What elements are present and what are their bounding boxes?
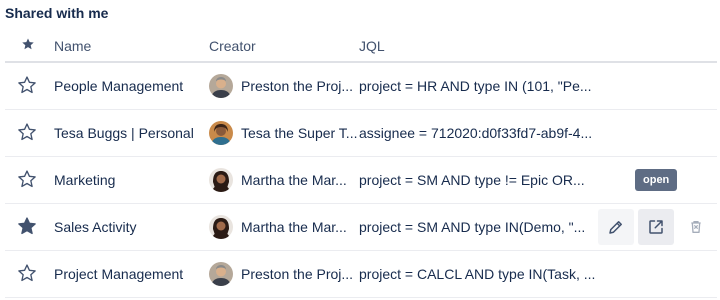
column-header-jql[interactable]: JQL — [359, 38, 385, 54]
column-header-name[interactable]: Name — [54, 38, 91, 54]
column-header-creator[interactable]: Creator — [209, 38, 256, 54]
star-outline-icon[interactable] — [17, 122, 37, 142]
jql-text: project = CALCL AND type IN(Task, ... — [359, 266, 596, 282]
filter-name-link[interactable]: Project Management — [54, 266, 183, 282]
pencil-icon — [609, 221, 622, 234]
jql-text: project = SM AND type != Epic OR... — [359, 172, 585, 188]
creator-cell: Preston the Proj... — [209, 74, 353, 98]
table-row: People Management Preston the Proj... pr… — [5, 63, 717, 110]
creator-name: Preston the Proj... — [241, 266, 354, 282]
star-column-icon[interactable] — [21, 37, 35, 51]
edit-button[interactable] — [598, 209, 634, 245]
avatar — [209, 262, 233, 286]
filters-table: Name Creator JQL People Management Prest… — [5, 30, 717, 298]
avatar — [209, 215, 233, 239]
filter-name-link[interactable]: Marketing — [54, 172, 115, 188]
avatar — [209, 74, 233, 98]
trash-icon — [691, 221, 701, 233]
table-header: Name Creator JQL — [5, 30, 717, 63]
creator-cell: Preston the Proj... — [209, 262, 353, 286]
creator-cell: Tesa the Super T... — [209, 121, 357, 145]
jql-text: assignee = 712020:d0f33fd7-ab9f-4... — [359, 125, 593, 141]
jql-text: project = SM AND type IN(Demo, "... — [359, 219, 586, 235]
open-tooltip: open — [635, 169, 678, 191]
star-outline-icon[interactable] — [17, 263, 37, 283]
jql-text: project = HR AND type IN (101, "Pe... — [359, 78, 592, 94]
open-in-new-icon — [649, 220, 663, 234]
star-outline-icon[interactable] — [17, 75, 37, 95]
delete-button[interactable] — [678, 209, 714, 245]
table-row: Project Management Preston the Proj... p… — [5, 251, 717, 298]
avatar — [209, 121, 233, 145]
filter-name-link[interactable]: Sales Activity — [54, 219, 136, 235]
section-title: Shared with me — [5, 5, 109, 21]
creator-name: Martha the Mar... — [241, 172, 347, 188]
star-outline-icon[interactable] — [17, 169, 37, 189]
creator-name: Preston the Proj... — [241, 78, 354, 94]
open-button[interactable] — [638, 209, 674, 245]
table-row: Tesa Buggs | Personal Tesa the Super T..… — [5, 110, 717, 157]
table-row: Marketing Martha the Mar... project = SM… — [5, 157, 717, 204]
row-actions — [598, 209, 714, 245]
creator-cell: Martha the Mar... — [209, 168, 347, 192]
star-filled-icon[interactable] — [17, 216, 37, 236]
avatar — [209, 168, 233, 192]
table-row: Sales Activity Martha the Mar... project… — [5, 204, 717, 251]
filter-name-link[interactable]: People Management — [54, 78, 183, 94]
creator-cell: Martha the Mar... — [209, 215, 347, 239]
creator-name: Tesa the Super T... — [241, 125, 358, 141]
filter-name-link[interactable]: Tesa Buggs | Personal — [54, 125, 194, 141]
creator-name: Martha the Mar... — [241, 219, 347, 235]
